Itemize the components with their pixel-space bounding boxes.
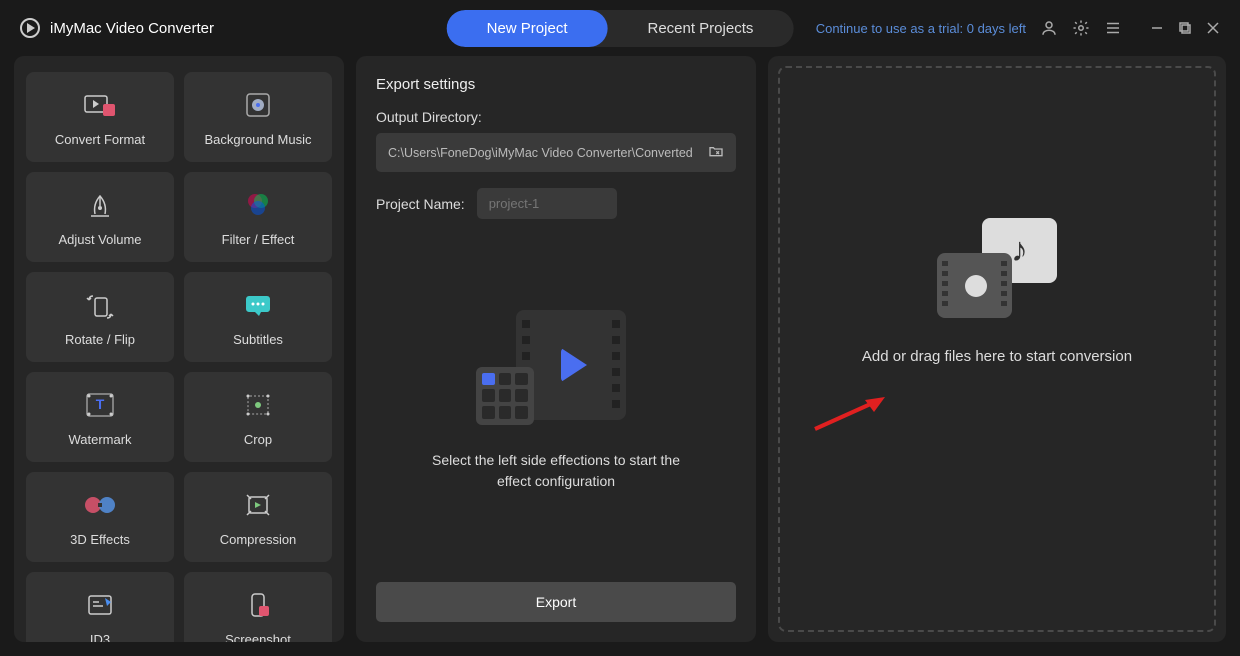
watermark-icon: T xyxy=(83,388,117,422)
account-icon[interactable] xyxy=(1040,19,1058,37)
play-logo-icon xyxy=(20,18,40,38)
svg-text:T: T xyxy=(96,396,105,412)
tool-adjust-volume[interactable]: Adjust Volume xyxy=(26,172,174,262)
export-button[interactable]: Export xyxy=(376,582,736,622)
tool-compression[interactable]: Compression xyxy=(184,472,332,562)
tool-label: Watermark xyxy=(68,432,131,447)
tools-sidebar: Convert Format Background Music Adjust Vol… xyxy=(14,56,344,642)
adjust-volume-icon xyxy=(83,188,117,222)
menu-icon[interactable] xyxy=(1104,19,1122,37)
tool-rotate-flip[interactable]: Rotate / Flip xyxy=(26,272,174,362)
tool-label: Subtitles xyxy=(233,332,283,347)
tool-label: Convert Format xyxy=(55,132,145,147)
tool-label: Rotate / Flip xyxy=(65,332,135,347)
output-dir-label: Output Directory: xyxy=(376,109,736,125)
tool-label: Compression xyxy=(220,532,297,547)
background-music-icon xyxy=(241,88,275,122)
project-tabs: New Project Recent Projects xyxy=(447,10,794,47)
tool-watermark[interactable]: T Watermark xyxy=(26,372,174,462)
tool-label: Adjust Volume xyxy=(58,232,141,247)
tool-id3[interactable]: ID3 xyxy=(26,572,174,642)
export-title: Export settings xyxy=(376,76,736,93)
output-path-field[interactable]: C:\Users\FoneDog\iMyMac Video Converter\… xyxy=(376,133,736,172)
project-name-input[interactable] xyxy=(477,188,617,219)
tool-background-music[interactable]: Background Music xyxy=(184,72,332,162)
effect-hint: Select the left side effections to start… xyxy=(416,450,696,492)
tool-screenshot[interactable]: Screenshot xyxy=(184,572,332,642)
tool-convert-format[interactable]: Convert Format xyxy=(26,72,174,162)
compression-icon xyxy=(241,488,275,522)
close-icon[interactable] xyxy=(1206,21,1220,35)
trial-status[interactable]: Continue to use as a trial: 0 days left xyxy=(816,21,1026,36)
annotation-arrow-icon xyxy=(810,394,890,434)
export-panel: Export settings Output Directory: C:\Use… xyxy=(356,56,756,642)
settings-icon[interactable] xyxy=(1072,19,1090,37)
effect-illustration: Select the left side effections to start… xyxy=(376,219,736,582)
tab-new-project[interactable]: New Project xyxy=(447,10,608,47)
app-title: iMyMac Video Converter xyxy=(50,20,214,37)
rotate-flip-icon xyxy=(83,288,117,322)
crop-icon xyxy=(241,388,275,422)
tool-label: Crop xyxy=(244,432,272,447)
project-name-label: Project Name: xyxy=(376,196,465,212)
id3-icon xyxy=(83,588,117,622)
output-path-value: C:\Users\FoneDog\iMyMac Video Converter\… xyxy=(388,146,693,160)
tool-3d-effects[interactable]: 3D Effects xyxy=(26,472,174,562)
maximize-icon[interactable] xyxy=(1178,21,1192,35)
subtitles-icon xyxy=(241,288,275,322)
screenshot-icon xyxy=(241,588,275,622)
file-drop-zone[interactable]: ♪ Add or drag files here to start conver… xyxy=(778,66,1216,632)
file-panel: ♪ Add or drag files here to start conver… xyxy=(768,56,1226,642)
filter-effect-icon xyxy=(241,188,275,222)
tool-label: Background Music xyxy=(205,132,312,147)
tool-crop[interactable]: Crop xyxy=(184,372,332,462)
convert-format-icon xyxy=(83,88,117,122)
tool-filter-effect[interactable]: Filter / Effect xyxy=(184,172,332,262)
drop-illustration: ♪ xyxy=(937,218,1057,318)
drop-hint: Add or drag files here to start conversi… xyxy=(862,348,1132,365)
tool-label: ID3 xyxy=(90,632,110,643)
tool-label: Screenshot xyxy=(225,632,291,643)
browse-folder-icon[interactable] xyxy=(708,143,724,162)
tool-label: 3D Effects xyxy=(70,532,130,547)
3d-effects-icon xyxy=(83,488,117,522)
tool-subtitles[interactable]: Subtitles xyxy=(184,272,332,362)
tab-recent-projects[interactable]: Recent Projects xyxy=(607,10,793,47)
minimize-icon[interactable] xyxy=(1150,21,1164,35)
tool-label: Filter / Effect xyxy=(222,232,295,247)
app-logo: iMyMac Video Converter xyxy=(20,18,214,38)
